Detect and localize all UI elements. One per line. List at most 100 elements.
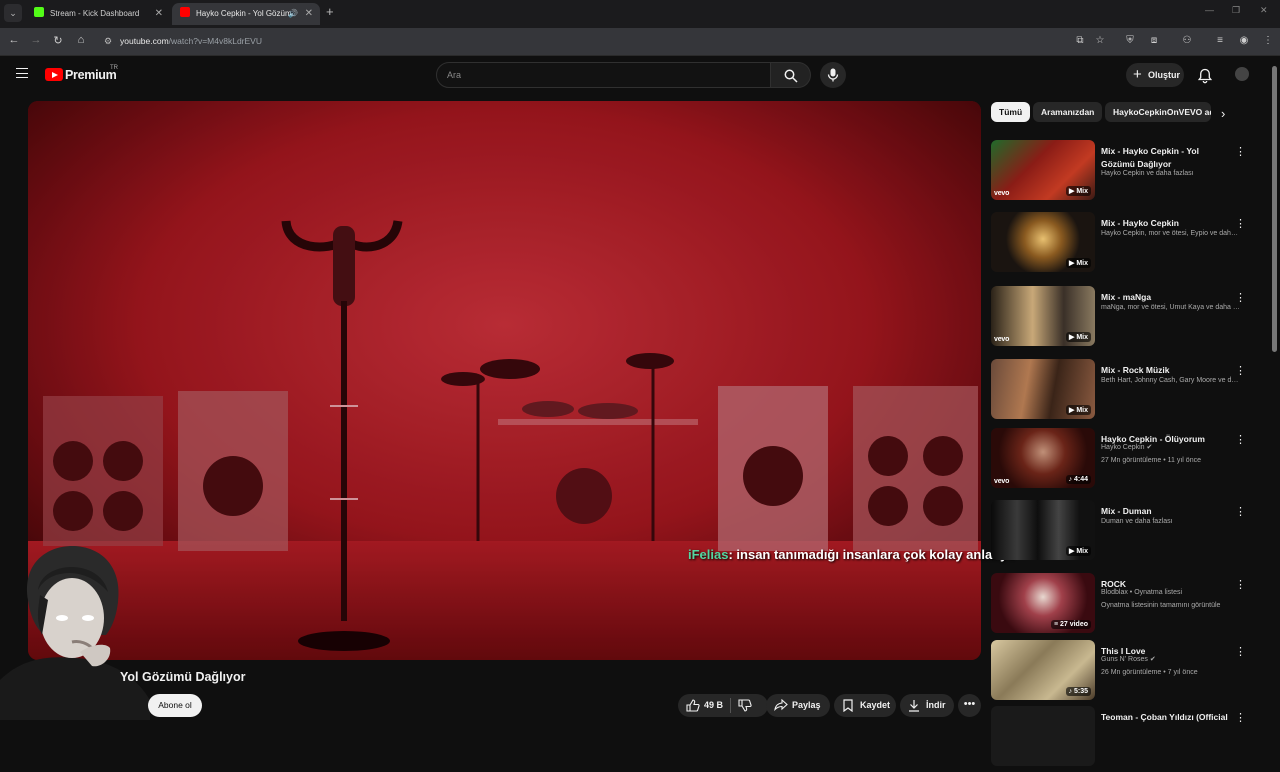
chat-username: iFelias xyxy=(688,547,729,562)
url-field[interactable]: youtube.com/watch?v=M4v8kLdrEVU xyxy=(120,36,262,46)
video-thumbnail[interactable]: vevo ♪ 4:44 xyxy=(991,428,1095,488)
create-label: Oluştur xyxy=(1148,70,1181,80)
video-thumbnail[interactable]: ≡ 27 video xyxy=(991,573,1095,633)
notifications-bell-icon[interactable] xyxy=(1197,68,1213,84)
youtube-logo-icon[interactable] xyxy=(45,68,63,81)
video-thumbnail[interactable] xyxy=(991,706,1095,766)
duration-badge: ♪ 4:44 xyxy=(1065,475,1091,484)
recommendation-item[interactable]: vevo ♪ 4:44 Hayko Cepkin - Ölüyorum Hayk… xyxy=(991,428,1251,494)
tab-search-button[interactable]: ⌄ xyxy=(4,4,22,22)
recommendation-item[interactable]: Teoman - Çoban Yıldızı (Official ⋮ xyxy=(991,706,1251,772)
video-thumbnail[interactable]: vevo ▶ Mix xyxy=(991,286,1095,346)
badge-text: Mix xyxy=(1076,188,1088,195)
incognito-icon[interactable]: ⚇ xyxy=(1181,35,1193,46)
maximize-icon[interactable]: ❐ xyxy=(1232,5,1240,16)
like-dislike-group: 49 B xyxy=(678,694,768,717)
save-button[interactable]: Kaydet xyxy=(834,694,896,717)
extensions-icon[interactable]: ⧈ xyxy=(1148,35,1160,46)
shield-extension-icon[interactable]: ⛨ xyxy=(1124,35,1136,46)
recommendation-stats: 27 Mn görüntüleme • 11 yıl önce xyxy=(1101,457,1201,464)
kick-favicon-icon xyxy=(34,7,44,17)
share-button[interactable]: Paylaş xyxy=(766,694,830,717)
playlist-count-badge: ≡ 27 video xyxy=(1050,620,1091,629)
more-options-icon[interactable]: ⋮ xyxy=(1235,217,1246,230)
verified-icon: ✔ xyxy=(1146,444,1153,451)
more-options-icon[interactable]: ⋮ xyxy=(1235,645,1246,658)
install-app-icon[interactable]: ⧉ xyxy=(1074,35,1086,46)
recommendation-item[interactable]: ▶ Mix Mix - Hayko Cepkin Hayko Cepkin, m… xyxy=(991,212,1251,278)
video-thumbnail[interactable]: ▶ Mix xyxy=(991,212,1095,272)
account-avatar[interactable] xyxy=(1235,67,1249,81)
close-tab-icon[interactable]: ✕ xyxy=(305,3,313,25)
reload-icon[interactable]: ↻ xyxy=(51,34,65,47)
minimize-icon[interactable]: — xyxy=(1205,5,1214,15)
more-options-icon[interactable]: ⋮ xyxy=(1235,364,1246,377)
like-divider xyxy=(730,698,731,713)
new-tab-button[interactable]: + xyxy=(326,4,334,19)
video-title: Yol Gözümü Dağlıyor xyxy=(120,670,246,684)
more-options-icon[interactable]: ⋮ xyxy=(1235,145,1246,158)
menu-icon[interactable] xyxy=(16,68,28,78)
page-scrollbar[interactable] xyxy=(1272,66,1277,352)
recommendation-title[interactable]: Mix - Hayko Cepkin - Yol Gözümü Dağlıyor xyxy=(1101,145,1231,171)
voice-search-button[interactable] xyxy=(820,62,846,88)
recommendation-item[interactable]: vevo ▶ Mix Mix - maNga maNga, mor ve öte… xyxy=(991,286,1251,352)
recommendation-item[interactable]: ▶ Mix Mix - Rock Müzik Beth Hart, Johnny… xyxy=(991,359,1251,425)
chip-all[interactable]: Tümü xyxy=(991,102,1031,122)
recommendation-item[interactable]: vevo ▶ Mix Mix - Hayko Cepkin - Yol Gözü… xyxy=(991,140,1251,206)
recommendation-channel: Guns N' Roses ✔ xyxy=(1101,655,1241,665)
tab-youtube[interactable]: Hayko Cepkin - Yol Gözüm 🔊 ✕ xyxy=(172,3,320,25)
recommendation-channel: Hayko Cepkin ve daha fazlası xyxy=(1101,170,1194,177)
save-label: Kaydet xyxy=(860,700,891,710)
more-actions-icon[interactable]: ••• xyxy=(958,694,981,717)
recommendation-item[interactable]: ▶ Mix Mix - Duman Duman ve daha fazlası … xyxy=(991,500,1251,566)
thumbs-down-icon[interactable] xyxy=(738,699,752,712)
address-bar-row: ← → ↻ ⌂ ⚙ youtube.com/watch?v=M4v8kLdrEV… xyxy=(0,28,1280,56)
streamer-webcam-overlay xyxy=(0,540,150,720)
create-button[interactable]: + Oluştur xyxy=(1126,63,1184,87)
channel-name: Hayko Cepkin xyxy=(1101,444,1145,451)
search-icon xyxy=(784,69,798,83)
video-thumbnail[interactable]: ♪ 5:35 xyxy=(991,640,1095,700)
chip-from-search[interactable]: Aramanızdan xyxy=(1033,102,1103,122)
browser-menu-icon[interactable]: ⋮ xyxy=(1262,35,1274,46)
search-button[interactable] xyxy=(771,62,811,88)
close-tab-icon[interactable]: ✕ xyxy=(155,3,163,25)
video-thumbnail[interactable]: vevo ▶ Mix xyxy=(991,140,1095,200)
more-options-icon[interactable]: ⋮ xyxy=(1235,505,1246,518)
browser-chrome: ⌄ Stream - Kick Dashboard ✕ Hayko Cepkin… xyxy=(0,0,1280,56)
subscribe-button[interactable]: Abone ol xyxy=(148,694,202,717)
url-path: /watch?v=M4v8kLdrEVU xyxy=(168,36,262,46)
recommendation-title[interactable]: Teoman - Çoban Yıldızı (Official xyxy=(1101,711,1231,724)
profile-icon[interactable]: ◉ xyxy=(1238,35,1250,46)
view-full-playlist-link[interactable]: Oynatma listesinin tamamını görüntüle xyxy=(1101,601,1241,611)
recommendation-item[interactable]: ♪ 5:35 This I Love Guns N' Roses ✔ 26 Mn… xyxy=(991,640,1251,706)
mix-badge: ▶ Mix xyxy=(1066,186,1091,196)
like-count[interactable]: 49 B xyxy=(704,700,723,710)
more-options-icon[interactable]: ⋮ xyxy=(1235,578,1246,591)
more-options-icon[interactable]: ⋮ xyxy=(1235,433,1246,446)
close-window-icon[interactable]: ✕ xyxy=(1260,5,1268,16)
forward-icon[interactable]: → xyxy=(29,34,43,46)
video-thumbnail[interactable]: ▶ Mix xyxy=(991,359,1095,419)
thumbs-up-icon[interactable] xyxy=(686,699,700,712)
more-options-icon[interactable]: ⋮ xyxy=(1235,291,1246,304)
stream-chat-overlay: iFelias: insan tanımadığı insanlara çok … xyxy=(688,547,1015,562)
back-icon[interactable]: ← xyxy=(7,34,21,46)
download-button[interactable]: İndir xyxy=(900,694,954,717)
more-options-icon[interactable]: ⋮ xyxy=(1235,711,1246,724)
chevron-right-icon[interactable]: › xyxy=(1221,106,1225,121)
speaker-icon[interactable]: 🔊 xyxy=(288,3,298,25)
recommendation-channel: maNga, mor ve ötesi, Umut Kaya ve daha f… xyxy=(1101,304,1241,311)
site-info-icon[interactable]: ⚙ xyxy=(104,36,112,47)
tab-kick-dashboard[interactable]: Stream - Kick Dashboard ✕ xyxy=(26,3,170,25)
video-thumbnail[interactable]: ▶ Mix xyxy=(991,500,1095,560)
bookmark-star-icon[interactable]: ☆ xyxy=(1094,35,1106,46)
recommendation-item[interactable]: ≡ 27 video ROCK Blodblax • Oynatma liste… xyxy=(991,573,1251,639)
search-input[interactable]: Ara xyxy=(436,62,771,88)
logo-text[interactable]: Premium xyxy=(65,68,117,82)
home-icon[interactable]: ⌂ xyxy=(74,34,88,46)
chip-channel[interactable]: HaykoCepkinOnVEVO adlı xyxy=(1105,102,1211,122)
media-controls-icon[interactable]: ≡ xyxy=(1214,35,1226,46)
video-player[interactable] xyxy=(28,101,981,660)
